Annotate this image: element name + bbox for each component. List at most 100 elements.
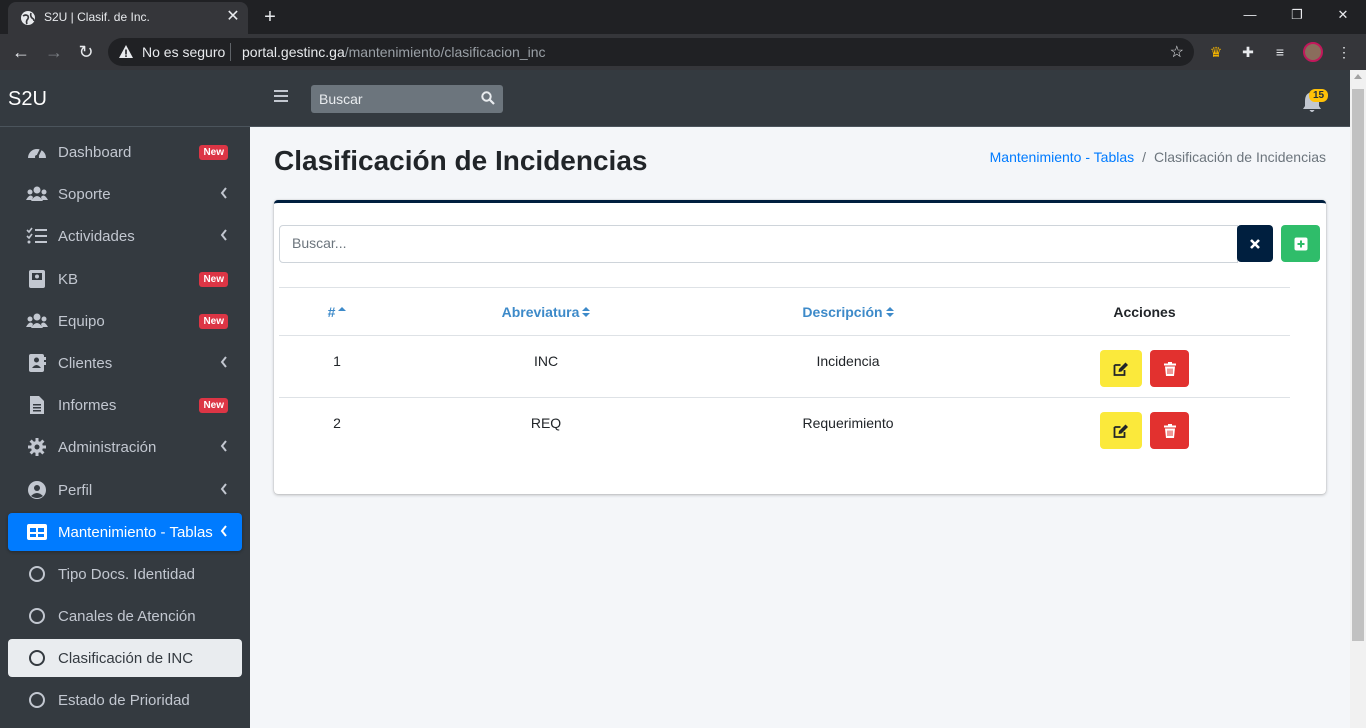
- chevron-left-icon: [220, 187, 227, 199]
- sidebar-item-label: Clasificación de INC: [58, 650, 194, 668]
- table-search-input[interactable]: Buscar...: [279, 225, 1238, 263]
- chevron-left-icon: [220, 229, 227, 241]
- cell-abreviatura: INC: [395, 335, 697, 398]
- column-header-label: Abreviatura: [501, 303, 580, 320]
- sidebar-item-clasificacion-de-inc[interactable]: Clasificación de INC: [8, 639, 242, 678]
- minimize-icon[interactable]: —: [1236, 4, 1264, 26]
- cell-acciones: [999, 335, 1290, 398]
- scroll-up-arrow-icon[interactable]: [1354, 74, 1362, 79]
- puzzle-extension-icon[interactable]: ✚: [1238, 42, 1258, 62]
- hamburger-menu-icon[interactable]: [274, 90, 288, 106]
- sidebar-nav: Dashboard New Soporte Actividades KB New…: [0, 127, 250, 719]
- cell-descripcion: Requerimiento: [802, 415, 894, 431]
- table-header-row: # Abreviatura Descripción Acciones: [279, 287, 1290, 336]
- sidebar-item-actividades[interactable]: Actividades: [8, 217, 242, 255]
- globe-icon: [21, 11, 35, 25]
- page-scrollbar[interactable]: [1350, 70, 1366, 728]
- column-header-acciones: Acciones: [999, 287, 1290, 336]
- crown-extension-icon[interactable]: ♛: [1206, 42, 1226, 62]
- sidebar-item-equipo[interactable]: Equipo New: [8, 302, 242, 340]
- edit-icon: [1113, 362, 1128, 376]
- navbar-search-input[interactable]: Buscar: [319, 91, 363, 107]
- scrollbar-thumb[interactable]: [1352, 89, 1364, 641]
- gear-icon: [28, 438, 46, 457]
- edit-button[interactable]: [1100, 412, 1142, 449]
- new-badge: New: [199, 398, 228, 414]
- profile-avatar[interactable]: [1303, 42, 1323, 62]
- sidebar-item-dashboard[interactable]: Dashboard New: [8, 133, 242, 171]
- browser-menu-icon[interactable]: ⋮: [1334, 42, 1354, 62]
- sidebar-item-kb[interactable]: KB New: [8, 260, 242, 298]
- warning-icon: [119, 45, 133, 58]
- navbar-search[interactable]: Buscar: [311, 85, 503, 113]
- sidebar-item-tipo-docs-identidad[interactable]: Tipo Docs. Identidad: [8, 555, 242, 593]
- add-button[interactable]: [1281, 225, 1320, 262]
- media-playlist-icon[interactable]: ≡: [1270, 42, 1290, 62]
- reload-icon[interactable]: ↻: [74, 40, 98, 64]
- sidebar-item-soporte[interactable]: Soporte: [8, 175, 242, 213]
- restore-icon[interactable]: ❐: [1283, 4, 1311, 26]
- bookmark-star-icon[interactable]: ☆: [1170, 42, 1184, 62]
- new-badge: New: [199, 271, 228, 287]
- classification-table: # Abreviatura Descripción Acciones 1 INC…: [279, 287, 1290, 460]
- cell-descripcion: Incidencia: [697, 335, 999, 398]
- chevron-left-icon: [220, 525, 227, 537]
- address-book-icon: [29, 353, 46, 372]
- users-icon: [26, 186, 48, 202]
- tachometer-icon: [28, 148, 46, 159]
- sidebar-item-label: Dashboard: [58, 144, 132, 161]
- breadcrumb-link[interactable]: Mantenimiento - Tablas: [990, 149, 1134, 165]
- sidebar-item-informes[interactable]: Informes New: [8, 386, 242, 424]
- column-header-abreviatura[interactable]: Abreviatura: [395, 287, 697, 336]
- clear-search-button[interactable]: [1237, 225, 1273, 262]
- column-header-label: #: [327, 303, 336, 320]
- sidebar-item-perfil[interactable]: Perfil: [8, 471, 242, 509]
- brand-text: S2U: [8, 88, 47, 110]
- cell-id: 2: [333, 415, 341, 431]
- sidebar-item-label: Administración: [58, 439, 157, 457]
- delete-button[interactable]: [1150, 350, 1189, 387]
- new-badge: New: [199, 145, 228, 160]
- page-title: Clasificación de Incidencias: [274, 145, 648, 176]
- chevron-left-icon: [220, 440, 227, 452]
- column-header-id[interactable]: #: [279, 287, 395, 336]
- forward-icon[interactable]: →: [42, 40, 66, 64]
- address-bar[interactable]: No es seguro portal.gestinc.ga/mantenimi…: [108, 38, 1194, 66]
- cell-abreviatura: REQ: [530, 415, 562, 431]
- url-text[interactable]: portal.gestinc.ga/mantenimiento/clasific…: [242, 44, 546, 60]
- window-close-icon[interactable]: ✕: [1329, 4, 1357, 26]
- circle-icon: [29, 608, 45, 625]
- security-label: No es seguro: [142, 44, 226, 60]
- sort-icon: [582, 306, 591, 317]
- circle-icon: [29, 565, 45, 582]
- sidebar-item-label: KB: [58, 270, 79, 288]
- sidebar-item-label: Estado de Prioridad: [58, 692, 190, 710]
- sort-up-icon: [338, 306, 347, 311]
- classification-card: Buscar... # Abreviatura Descripción Acci…: [274, 200, 1326, 494]
- search-icon[interactable]: [481, 91, 495, 105]
- trash-icon: [1163, 423, 1176, 438]
- browser-tab[interactable]: S2U | Clasif. de Inc. ✕: [8, 2, 248, 34]
- tasks-icon: [26, 227, 47, 244]
- edit-button[interactable]: [1100, 350, 1142, 387]
- sidebar-item-clientes[interactable]: Clientes: [8, 344, 242, 382]
- back-icon[interactable]: ←: [9, 40, 33, 64]
- delete-button[interactable]: [1150, 412, 1189, 449]
- sidebar-item-canales-de-atencion[interactable]: Canales de Atención: [8, 597, 242, 635]
- sidebar-item-estado-de-prioridad[interactable]: Estado de Prioridad: [8, 681, 242, 719]
- file-icon: [30, 396, 44, 415]
- edit-icon: [1113, 424, 1128, 438]
- new-tab-icon[interactable]: +: [259, 6, 281, 28]
- tab-close-icon[interactable]: ✕: [224, 8, 242, 26]
- sidebar-item-mantenimiento-tablas[interactable]: Mantenimiento - Tablas: [8, 512, 242, 551]
- circle-icon: [29, 692, 45, 709]
- sidebar-item-label: Perfil: [58, 481, 93, 499]
- column-header-descripcion[interactable]: Descripción: [697, 287, 999, 336]
- cell-acciones: [999, 398, 1290, 460]
- sidebar-item-administracion[interactable]: Administración: [8, 428, 242, 466]
- column-header-label: Descripción: [802, 303, 883, 320]
- brand-link[interactable]: S2U: [0, 70, 250, 127]
- breadcrumb-current: Clasificación de Incidencias: [1154, 149, 1326, 165]
- sidebar-item-label: Clientes: [58, 354, 113, 372]
- url-host: portal.gestinc.ga: [242, 44, 345, 60]
